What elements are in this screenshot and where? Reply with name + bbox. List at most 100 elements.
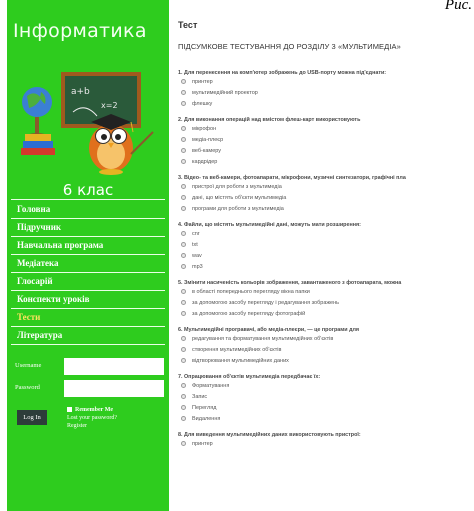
page-title: Тест [178, 20, 198, 30]
answer-option[interactable]: wav [178, 251, 474, 262]
nav-item-textbook[interactable]: Підручник [11, 219, 165, 237]
answer-option[interactable]: txt [178, 240, 474, 251]
answer-option[interactable]: Видалення [178, 414, 474, 425]
password-input[interactable] [64, 380, 164, 397]
nav-item-literature[interactable]: Література [11, 327, 165, 345]
option-label: мікрофон [192, 126, 217, 132]
answer-option[interactable]: пристрої для роботи з мультимедіа [178, 182, 474, 193]
radio-button-icon[interactable] [181, 148, 186, 154]
question-text: 1. Для перенесення на комп'ютер зображен… [178, 70, 387, 76]
answer-option[interactable]: відтворювання мультимедійних даних [178, 356, 474, 367]
nav-item-home[interactable]: Головна [11, 201, 165, 219]
test-heading: ПІДСУМКОВЕ ТЕСТУВАННЯ ДО РОЗДІЛУ 3 «МУЛЬ… [178, 42, 401, 51]
question: 6. Мультимедійні програвачі, або медіа-п… [178, 326, 474, 367]
answer-option[interactable]: створення мультимедійних об'єктів [178, 345, 474, 356]
option-label: wav [192, 253, 202, 259]
option-label: txt [192, 242, 198, 248]
main-navigation: Головна Підручник Навчальна програма Мед… [11, 201, 165, 345]
question: 8. Для виведення мультимедійних даних ви… [178, 431, 474, 450]
question: 3. Відео- та веб-камери, фотоапарати, мі… [178, 174, 474, 215]
radio-button-icon[interactable] [181, 195, 186, 201]
nav-item-glossary[interactable]: Глосарій [11, 273, 165, 291]
question-list: 1. Для перенесення на комп'ютер зображен… [178, 69, 474, 456]
question: 2. Для виконання операцій над вмістом фл… [178, 116, 474, 168]
answer-option[interactable]: принтер [178, 439, 474, 450]
answer-option[interactable]: мультимедійний проектор [178, 88, 474, 99]
radio-button-icon[interactable] [181, 347, 186, 353]
radio-button-icon[interactable] [181, 137, 186, 143]
radio-button-icon[interactable] [181, 101, 186, 107]
option-label: принтер [192, 441, 213, 447]
radio-button-icon[interactable] [181, 311, 186, 317]
answer-option[interactable]: mp3 [178, 262, 474, 273]
option-label: медіа-плеєр [192, 137, 224, 143]
radio-button-icon[interactable] [181, 383, 186, 389]
answer-option[interactable]: за допомогою засобу перегляду і редагува… [178, 298, 474, 309]
answer-option[interactable]: Форматування [178, 381, 474, 392]
answer-option[interactable]: cnr [178, 229, 474, 240]
login-form: Username Password Log In Remember Me Los… [11, 358, 167, 444]
nav-item-media-library[interactable]: Медіатека [11, 255, 165, 273]
nav-item-lesson-notes[interactable]: Конспекти уроків [11, 291, 165, 309]
question: 7. Опрацювання об'єктів мультимедіа пере… [178, 373, 474, 425]
sidebar: Інформатика a+b x=2 6 клас Головна Підру… [7, 0, 169, 511]
answer-option[interactable]: Запис [178, 392, 474, 403]
answer-option[interactable]: дані, що містять об'єкти мультимедіа [178, 193, 474, 204]
option-label: за допомогою засобу перегляду фотографій [192, 311, 306, 317]
nav-item-curriculum[interactable]: Навчальна програма [11, 237, 165, 255]
answer-option[interactable]: програми для роботи з мультимедіа [178, 204, 474, 215]
radio-button-icon[interactable] [181, 231, 186, 237]
radio-button-icon[interactable] [181, 336, 186, 342]
question-text: 5. Змінити насиченість кольорів зображен… [178, 280, 402, 286]
option-label: в області попереднього перегляду вікна п… [192, 289, 310, 295]
radio-button-icon[interactable] [181, 90, 186, 96]
svg-text:a+b: a+b [71, 87, 90, 97]
radio-button-icon[interactable] [181, 159, 186, 165]
nav-item-tests[interactable]: Тести [11, 309, 165, 327]
radio-button-icon[interactable] [181, 394, 186, 400]
question-text: 4. Файли, що містять мультимедійні дані,… [178, 222, 361, 228]
radio-button-icon[interactable] [181, 358, 186, 364]
username-input[interactable] [64, 358, 164, 375]
answer-option[interactable]: мікрофон [178, 124, 474, 135]
answer-option[interactable]: редагування та форматування мультимедійн… [178, 334, 474, 345]
radio-button-icon[interactable] [181, 264, 186, 270]
radio-button-icon[interactable] [181, 289, 186, 295]
option-label: відтворювання мультимедійних даних [192, 358, 289, 364]
question-text: 7. Опрацювання об'єктів мультимедіа пере… [178, 374, 321, 380]
option-label: редагування та форматування мультимедійн… [192, 336, 334, 342]
grade-label: 6 клас [62, 181, 114, 199]
username-label: Username [15, 362, 42, 369]
lost-password-link[interactable]: Lost your password? [67, 414, 167, 422]
radio-button-icon[interactable] [181, 416, 186, 422]
answer-option[interactable]: Перегляд [178, 403, 474, 414]
radio-button-icon[interactable] [181, 126, 186, 132]
radio-button-icon[interactable] [181, 441, 186, 447]
radio-button-icon[interactable] [181, 300, 186, 306]
option-label: пристрої для роботи з мультимедіа [192, 184, 282, 190]
question-text: 6. Мультимедійні програвачі, або медіа-п… [178, 327, 360, 333]
option-label: принтер [192, 79, 213, 85]
option-label: мультимедійний проектор [192, 90, 258, 96]
answer-option[interactable]: веб-камеру [178, 146, 474, 157]
answer-option[interactable]: медіа-плеєр [178, 135, 474, 146]
option-label: кардрідер [192, 159, 218, 165]
register-link[interactable]: Register [67, 422, 167, 430]
radio-button-icon[interactable] [181, 184, 186, 190]
question: 5. Змінити насиченість кольорів зображен… [178, 279, 474, 320]
radio-button-icon[interactable] [181, 206, 186, 212]
remember-me-checkbox[interactable] [67, 407, 72, 413]
login-button[interactable]: Log In [17, 410, 47, 425]
site-title: Інформатика [13, 20, 147, 42]
radio-button-icon[interactable] [181, 253, 186, 259]
radio-button-icon[interactable] [181, 242, 186, 248]
answer-option[interactable]: флешку [178, 99, 474, 110]
answer-option[interactable]: принтер [178, 77, 474, 88]
option-label: флешку [192, 101, 213, 107]
answer-option[interactable]: кардрідер [178, 157, 474, 168]
radio-button-icon[interactable] [181, 405, 186, 411]
answer-option[interactable]: за допомогою засобу перегляду фотографій [178, 309, 474, 320]
question-text: 3. Відео- та веб-камери, фотоапарати, мі… [178, 175, 406, 181]
answer-option[interactable]: в області попереднього перегляду вікна п… [178, 287, 474, 298]
radio-button-icon[interactable] [181, 79, 186, 85]
